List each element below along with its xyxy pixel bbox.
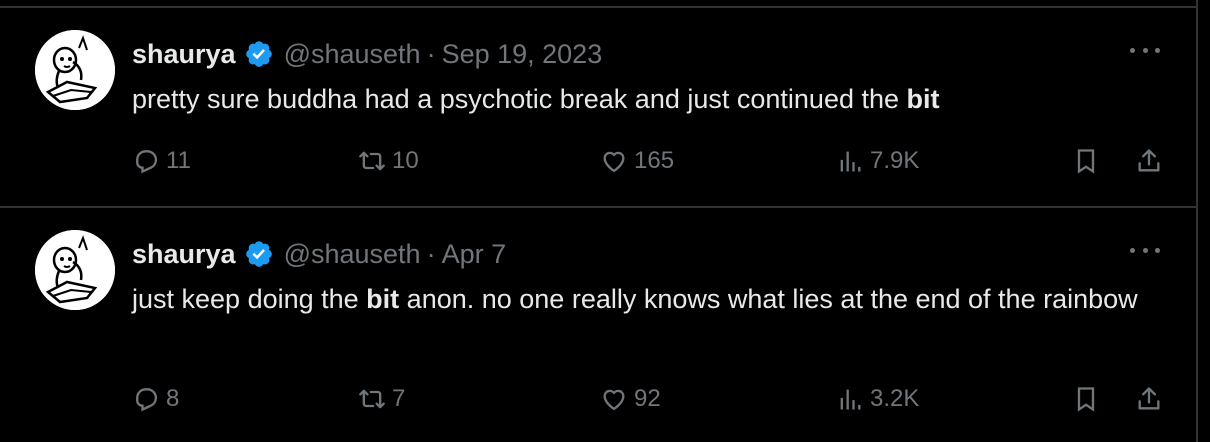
bookmark-button[interactable] xyxy=(1072,144,1100,178)
reply-icon xyxy=(136,388,158,412)
author-name[interactable]: shaurya xyxy=(132,239,236,270)
tweet-date[interactable]: Apr 7 xyxy=(442,239,507,270)
tweet-text-part: anon. no one really knows what lies at t… xyxy=(399,284,1138,314)
tweet-text: just keep doing the bit anon. no one rea… xyxy=(132,280,1172,318)
author-handle[interactable]: @shauseth xyxy=(284,239,421,270)
separator: · xyxy=(426,238,436,269)
share-icon xyxy=(1138,387,1160,410)
views-icon xyxy=(840,151,861,172)
verified-badge-icon[interactable] xyxy=(244,39,274,69)
tweet-header: shaurya @shauseth · Sep 19, 2023 xyxy=(132,36,602,72)
views-icon xyxy=(840,389,861,410)
avatar[interactable] xyxy=(35,30,115,110)
bookmark-icon xyxy=(1077,149,1095,174)
share-button[interactable] xyxy=(1135,382,1163,416)
author-name[interactable]: shaurya xyxy=(132,39,236,70)
repost-icon xyxy=(359,389,385,409)
reply-count: 11 xyxy=(166,147,191,174)
tweet-date[interactable]: Sep 19, 2023 xyxy=(442,39,603,70)
view-count: 3.2K xyxy=(870,385,920,412)
reply-count: 8 xyxy=(166,385,180,412)
tweet-actions: 11 10 165 7.9K xyxy=(132,144,1172,178)
timeline-frame: shaurya @shauseth · Sep 19, 2023 pretty … xyxy=(0,0,1198,442)
reply-button[interactable]: 11 xyxy=(132,144,191,178)
more-options-icon[interactable] xyxy=(1130,238,1160,262)
repost-count: 7 xyxy=(392,385,406,412)
tweet-text-part: just keep doing the xyxy=(132,284,367,314)
tweet[interactable]: shaurya @shauseth · Apr 7 just keep doin… xyxy=(0,208,1198,442)
reply-icon xyxy=(136,150,158,174)
tweet-actions: 8 7 92 3.2K xyxy=(132,382,1172,416)
view-count: 7.9K xyxy=(870,147,920,174)
tweet-text-bold: bit xyxy=(366,284,400,314)
more-options-icon[interactable] xyxy=(1130,38,1160,62)
bookmark-button[interactable] xyxy=(1072,382,1100,416)
tweet-text-part: pretty sure buddha had a psychotic break… xyxy=(132,84,907,114)
reply-button[interactable]: 8 xyxy=(132,382,179,416)
like-icon xyxy=(603,389,625,411)
repost-icon xyxy=(359,151,385,171)
like-count: 165 xyxy=(634,147,675,174)
views-button[interactable]: 3.2K xyxy=(836,382,919,416)
top-divider xyxy=(0,0,1198,8)
tweet[interactable]: shaurya @shauseth · Sep 19, 2023 pretty … xyxy=(0,8,1198,208)
views-button[interactable]: 7.9K xyxy=(836,144,919,178)
tweet-text: pretty sure buddha had a psychotic break… xyxy=(132,80,1172,118)
repost-button[interactable]: 7 xyxy=(358,382,405,416)
like-button[interactable]: 92 xyxy=(600,382,661,416)
share-icon xyxy=(1138,149,1160,172)
repost-count: 10 xyxy=(392,147,419,174)
avatar[interactable] xyxy=(35,230,115,310)
verified-badge-icon[interactable] xyxy=(244,239,274,269)
tweet-text-bold: bit xyxy=(906,84,940,114)
author-handle[interactable]: @shauseth xyxy=(284,39,421,70)
separator: · xyxy=(426,38,436,69)
repost-button[interactable]: 10 xyxy=(358,144,419,178)
like-icon xyxy=(603,151,625,173)
bookmark-icon xyxy=(1077,387,1095,412)
like-button[interactable]: 165 xyxy=(600,144,674,178)
tweet-header: shaurya @shauseth · Apr 7 xyxy=(132,236,506,272)
like-count: 92 xyxy=(634,385,661,412)
share-button[interactable] xyxy=(1135,144,1163,178)
